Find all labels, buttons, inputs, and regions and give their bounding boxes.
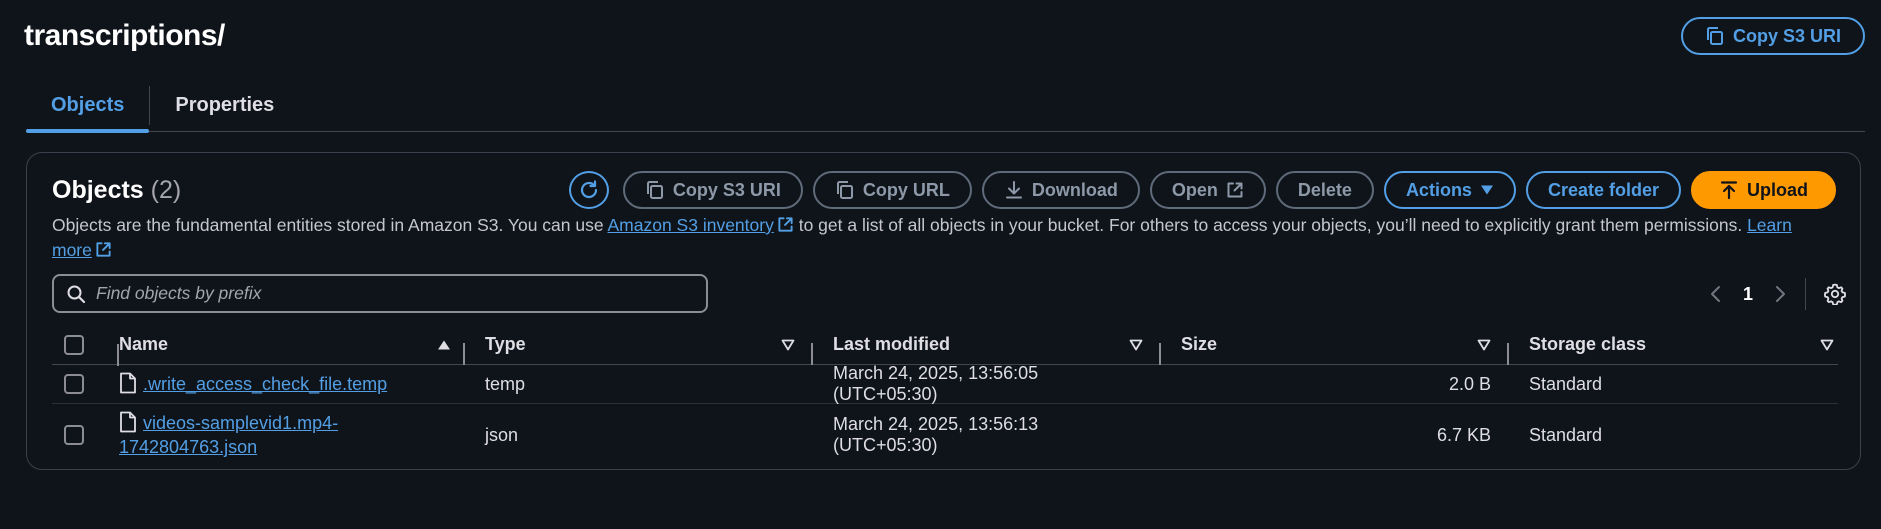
file-name-wrapper: videos-samplevid1.mp4- 1742804763.json <box>119 411 338 459</box>
page-number[interactable]: 1 <box>1737 284 1759 305</box>
copy-url-label: Copy URL <box>862 179 950 200</box>
objects-count: (2) <box>150 175 182 204</box>
row-size-cell: 2.0 B <box>1161 374 1509 395</box>
upload-button[interactable]: Upload <box>1691 171 1836 209</box>
s3-inventory-link-label: Amazon S3 inventory <box>607 215 774 235</box>
row-type-cell: temp <box>485 373 526 394</box>
sort-icon <box>1129 339 1143 350</box>
objects-container: Objects (2) Copy S3 URI Copy URL Downloa… <box>26 152 1861 470</box>
row-size-value: 6.7 KB <box>1436 424 1491 445</box>
row-storage-class-cell: Standard <box>1529 424 1603 445</box>
description-text-2: to get a list of all objects in your buc… <box>793 215 1748 235</box>
copy-url-button[interactable]: Copy URL <box>812 171 972 209</box>
column-last-modified-label: Last modified <box>833 334 951 354</box>
external-link-icon <box>96 242 111 257</box>
column-header-type[interactable]: Type <box>465 334 813 365</box>
chevron-left-icon[interactable] <box>1709 284 1723 304</box>
table-header: Name Type Last modified Size Storage cla… <box>52 325 1838 366</box>
delete-label: Delete <box>1297 179 1352 200</box>
objects-heading-title: Objects <box>52 175 144 204</box>
row-name-cell: videos-samplevid1.mp4- 1742804763.json <box>119 411 465 459</box>
actions-label: Actions <box>1405 179 1472 200</box>
sort-icon <box>1820 339 1834 350</box>
column-name-label: Name <box>119 334 169 354</box>
objects-description: Objects are the fundamental entities sto… <box>52 213 1836 263</box>
tab-bar: Objects Properties <box>26 80 1865 133</box>
objects-header: Objects (2) Copy S3 URI Copy URL Downloa… <box>52 169 1836 211</box>
table-row: .write_access_check_file.temp temp March… <box>52 363 1838 404</box>
description-text-1: Objects are the fundamental entities sto… <box>52 215 608 235</box>
sort-icon <box>1477 339 1491 350</box>
search-box <box>52 274 708 313</box>
chevron-right-icon[interactable] <box>1773 284 1787 304</box>
table-row: videos-samplevid1.mp4- 1742804763.json j… <box>52 404 1838 466</box>
settings-gear-icon[interactable] <box>1824 283 1846 305</box>
page-title: transcriptions/ <box>24 19 225 52</box>
row-storage-class-cell: Standard <box>1529 373 1603 394</box>
header-copy-s3-uri-label: Copy S3 URI <box>1732 25 1841 46</box>
file-name-line-1: videos-samplevid1.mp4- <box>143 413 339 433</box>
row-last-modified-cell: March 24, 2025, 13:56:13 (UTC+05:30) <box>833 414 1039 455</box>
refresh-icon <box>580 180 597 199</box>
file-name-link[interactable]: videos-samplevid1.mp4- 1742804763.json <box>119 411 339 459</box>
copy-s3-uri-label: Copy S3 URI <box>672 179 781 200</box>
file-icon <box>120 411 136 433</box>
objects-heading: Objects (2) <box>52 176 181 205</box>
header-select-cell <box>52 334 119 366</box>
row-last-modified-cell: March 24, 2025, 13:56:05 (UTC+05:30) <box>833 363 1039 404</box>
external-link-icon <box>1227 182 1243 198</box>
row-checkbox[interactable] <box>64 374 84 394</box>
copy-icon <box>646 181 663 199</box>
upload-icon <box>1720 181 1738 200</box>
create-folder-button[interactable]: Create folder <box>1525 171 1681 209</box>
caret-down-icon <box>1480 185 1493 195</box>
file-name-link[interactable]: .write_access_check_file.temp <box>143 372 387 396</box>
column-header-last-modified[interactable]: Last modified <box>813 334 1161 365</box>
row-size-value: 2.0 B <box>1448 373 1491 394</box>
delete-button[interactable]: Delete <box>1275 171 1374 209</box>
row-select-cell <box>52 425 119 445</box>
row-select-cell <box>52 374 119 394</box>
objects-toolbar: Copy S3 URI Copy URL Download Open Delet… <box>568 171 1836 209</box>
row-checkbox[interactable] <box>64 425 84 445</box>
column-size-label: Size <box>1181 334 1218 354</box>
pagination: 1 <box>1709 273 1846 315</box>
header-copy-s3-uri-button[interactable]: Copy S3 URI <box>1680 17 1865 55</box>
column-header-name[interactable]: Name <box>119 334 465 365</box>
sort-icon <box>781 339 795 350</box>
tab-objects[interactable]: Objects <box>26 80 150 133</box>
file-name-line-2: 1742804763.json <box>119 437 258 457</box>
objects-table: Name Type Last modified Size Storage cla… <box>52 325 1838 466</box>
column-header-size[interactable]: Size <box>1161 334 1509 365</box>
row-type-cell: json <box>485 424 519 445</box>
column-storage-class-label: Storage class <box>1529 334 1647 354</box>
create-folder-label: Create folder <box>1547 179 1659 200</box>
select-all-checkbox[interactable] <box>64 334 84 355</box>
page-header: transcriptions/ Copy S3 URI <box>24 14 1865 58</box>
copy-icon <box>1706 27 1723 45</box>
row-name-cell: .write_access_check_file.temp <box>119 372 465 396</box>
column-header-storage-class[interactable]: Storage class <box>1509 334 1838 355</box>
search-icon <box>67 285 86 303</box>
s3-inventory-link[interactable]: Amazon S3 inventory <box>608 215 794 235</box>
download-icon <box>1005 181 1022 199</box>
search-input[interactable] <box>96 276 706 311</box>
refresh-button[interactable] <box>568 171 609 209</box>
copy-s3-uri-button[interactable]: Copy S3 URI <box>622 171 803 209</box>
tab-properties[interactable]: Properties <box>150 80 299 131</box>
open-label: Open <box>1171 179 1218 200</box>
copy-icon <box>836 181 853 199</box>
open-button[interactable]: Open <box>1149 171 1266 209</box>
download-label: Download <box>1031 179 1118 200</box>
external-link-icon <box>778 217 793 232</box>
actions-dropdown-button[interactable]: Actions <box>1383 171 1516 209</box>
upload-label: Upload <box>1747 179 1808 200</box>
sort-ascending-icon <box>438 340 450 349</box>
file-name-wrapper: .write_access_check_file.temp <box>119 372 387 396</box>
pagination-divider <box>1805 278 1806 310</box>
column-type-label: Type <box>485 334 526 354</box>
file-icon <box>120 372 136 394</box>
row-size-cell: 6.7 KB <box>1161 425 1509 446</box>
download-button[interactable]: Download <box>981 171 1140 209</box>
